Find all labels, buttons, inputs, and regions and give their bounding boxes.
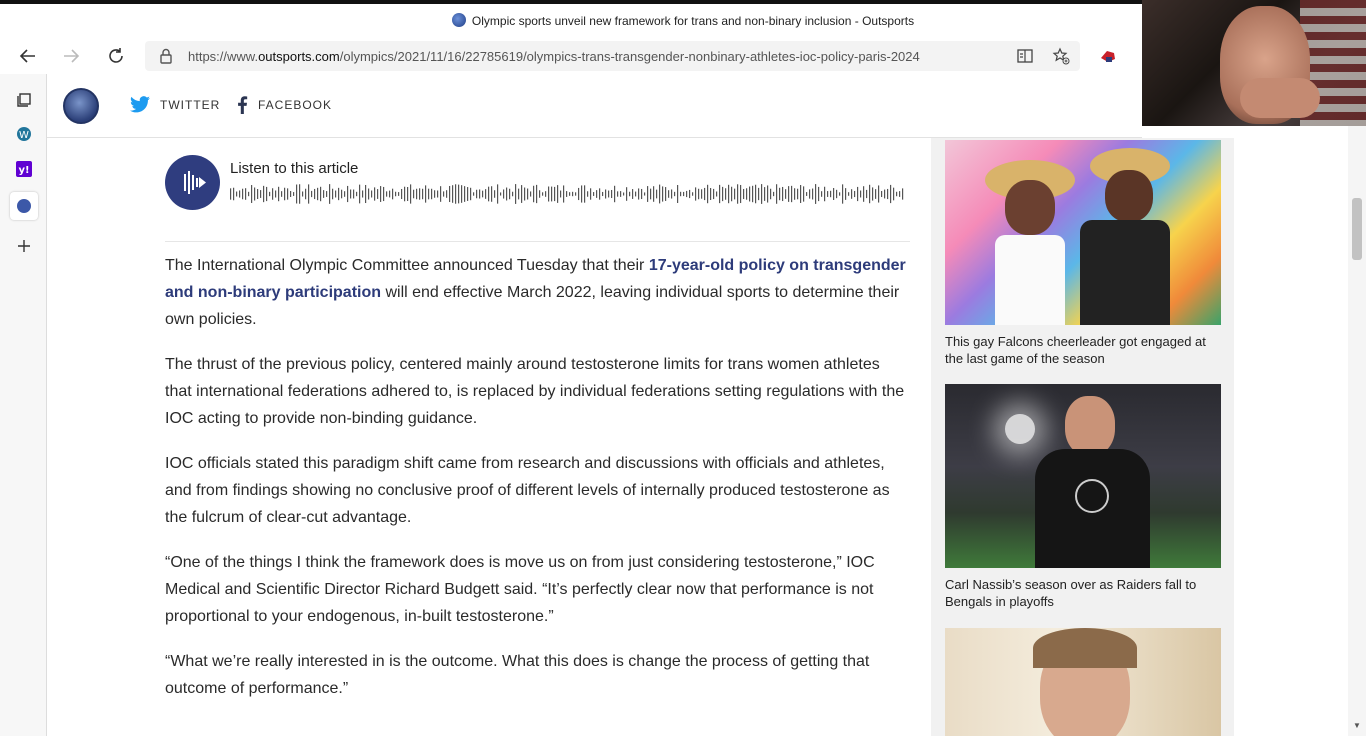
facebook-share-button[interactable]: FACEBOOK [237,96,332,114]
outsports-tab-icon[interactable] [10,192,38,220]
person-hand [1240,78,1320,118]
story-caption[interactable]: This gay Falcons cheerleader got engaged… [945,333,1221,367]
story-caption[interactable]: Carl Nassib’s season over as Raiders fal… [945,576,1221,610]
story-image-portrait[interactable] [945,628,1221,736]
listen-label: Listen to this article [230,160,359,177]
webcam-overlay [1142,0,1366,126]
yahoo-tab-icon[interactable]: y! [12,157,36,181]
new-tab-icon[interactable] [12,234,36,258]
related-story-card[interactable]: Carl Nassib’s season over as Raiders fal… [945,384,1221,610]
lock-icon [160,48,172,64]
address-bar[interactable]: https://www.outsports.com/olympics/2021/… [145,41,1080,71]
outsports-logo[interactable] [63,88,99,124]
refresh-icon[interactable] [102,42,130,70]
article-paragraph-2: The thrust of the previous policy, cente… [165,356,905,427]
scroll-down-arrow-icon[interactable]: ▼ [1353,721,1361,730]
wordpress-tab-icon[interactable]: W [12,122,36,146]
article-paragraph-5: “What we’re really interested in is the … [165,653,870,697]
site-header: TWITTER FACEBOOK [47,74,1142,138]
article-paragraph-1: The International Olympic Committee anno… [165,257,906,328]
audio-play-button[interactable] [165,155,220,210]
twitter-share-button[interactable]: TWITTER [130,96,220,113]
reader-view-icon[interactable] [1016,47,1034,65]
url-text[interactable]: https://www.outsports.com/olympics/2021/… [188,49,920,64]
related-story-card[interactable] [945,628,1221,736]
svg-text:y!: y! [18,165,29,176]
related-story-card[interactable]: This gay Falcons cheerleader got engaged… [945,140,1221,367]
browser-toolbar: https://www.outsports.com/olympics/2021/… [0,38,1142,74]
browser-sidebar: W y! [0,74,47,736]
forward-icon[interactable] [57,42,85,70]
related-stories-rail: This gay Falcons cheerleader got engaged… [931,138,1234,736]
svg-text:W: W [19,130,29,141]
facebook-icon [238,96,248,114]
story-image-cheerleaders[interactable] [945,140,1221,325]
tab-actions-icon[interactable] [12,88,36,112]
site-favicon-icon [451,13,466,27]
twitter-icon [130,96,150,113]
extension-icon[interactable] [1094,42,1122,70]
window-title-bar: Olympic sports unveil new framework for … [0,0,1142,38]
page-scrollbar[interactable]: ▼ [1348,126,1366,736]
article-body: Listen to this article The International… [165,140,910,702]
article-paragraph-4: “One of the things I think the framework… [165,554,875,625]
scrollbar-thumb[interactable] [1352,198,1362,260]
audio-wave-icon [184,171,206,194]
story-image-raiders[interactable] [945,384,1221,568]
audio-player: Listen to this article [165,140,910,242]
article-paragraph-3: IOC officials stated this paradigm shift… [165,455,890,526]
add-favorite-icon[interactable] [1052,47,1070,65]
back-icon[interactable] [14,42,42,70]
audio-waveform[interactable] [230,183,905,205]
